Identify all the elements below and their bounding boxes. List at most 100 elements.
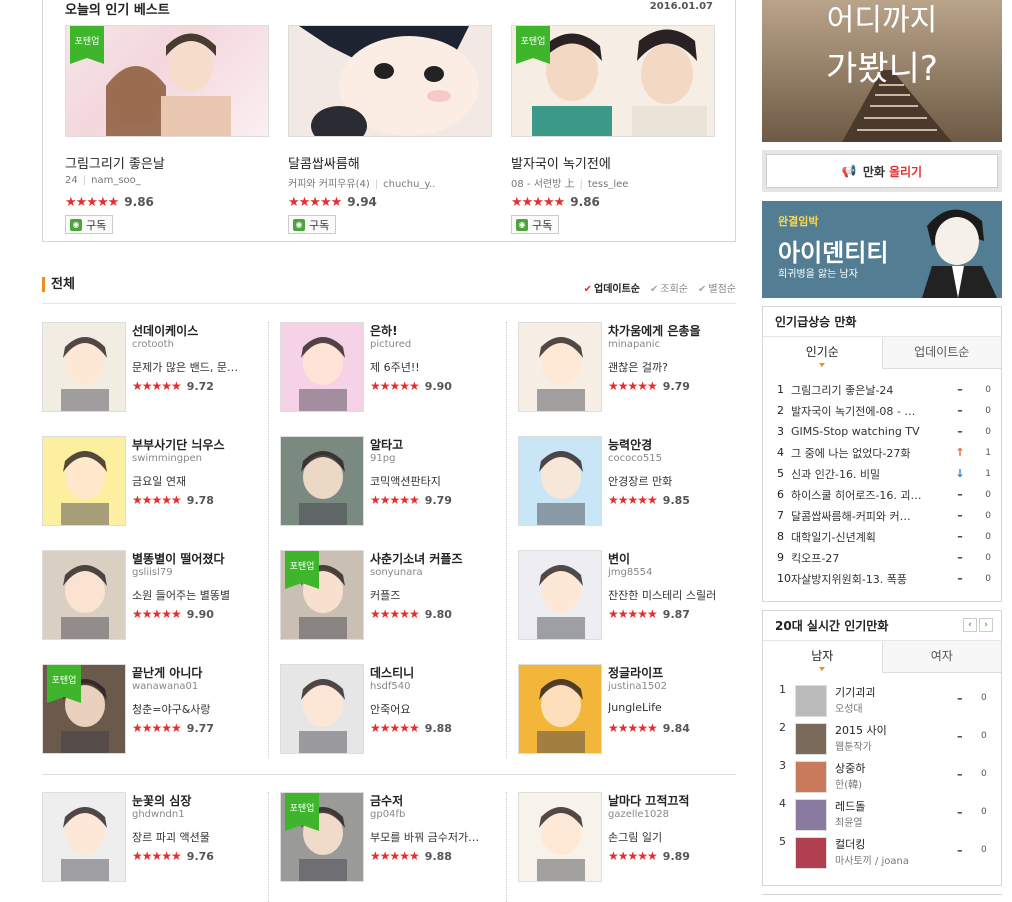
best-thumbnail[interactable]: 포텐업 — [511, 25, 715, 137]
comic-item[interactable]: 눈꽃의 심장 ghdwndn1 장르 파괴 액션물 ★★★★★ 9.76 — [42, 792, 262, 884]
rank-row[interactable]: 3 GIMS-Stop watching TV – 0 — [763, 421, 1001, 442]
comic-item[interactable]: 부부사기단 늬우스 swimmingpen 금요일 연재 ★★★★★ 9.78 — [42, 436, 262, 528]
subscribe-button[interactable]: ◉ 구독 — [511, 215, 560, 234]
comic-item[interactable]: 선데이케이스 crotooth 문제가 많은 밴드, 문… ★★★★★ 9.72 — [42, 322, 262, 414]
rank-title[interactable]: 달콤쌉싸름해-커피와 커… — [791, 508, 951, 524]
comic-title[interactable]: 별똥별이 떨어졌다 — [132, 550, 225, 567]
subscribe-button[interactable]: ◉ 구독 — [288, 215, 337, 234]
comic-thumbnail[interactable] — [42, 792, 126, 882]
sort-update[interactable]: ✔ 업데이트순 — [584, 280, 640, 295]
comic-title[interactable]: 부부사기단 늬우스 — [132, 436, 225, 453]
comic-item[interactable]: 정글라이프 justina1502 JungleLife ★★★★★ 9.84 — [518, 664, 738, 756]
comic-thumbnail[interactable] — [280, 322, 364, 412]
rank-title[interactable]: 킥오프-27 — [791, 550, 951, 566]
comic-thumbnail[interactable] — [518, 664, 602, 754]
rank-title[interactable]: 하이스쿨 히어로즈-16. 괴… — [791, 487, 951, 503]
comic-thumbnail[interactable] — [280, 664, 364, 754]
identity-banner[interactable]: 완결임박 아이덴티티 희귀병을 앓는 남자 — [762, 201, 1002, 298]
comic-title[interactable]: 알타고 — [370, 436, 403, 453]
comic-title[interactable]: 은하! — [370, 322, 398, 339]
comic-thumbnail[interactable] — [795, 723, 827, 755]
comic-thumbnail[interactable] — [518, 792, 602, 882]
best-thumbnail[interactable] — [288, 25, 492, 137]
best-card-title[interactable]: 그림그리기 좋은날 — [65, 153, 269, 172]
comic-thumbnail[interactable] — [42, 550, 126, 640]
rank-row[interactable]: 10 자살방지위원회-13. 폭풍 – 0 — [763, 568, 1001, 589]
realtime-row[interactable]: 4 레드돌 최윤열 – 0 — [763, 797, 1001, 835]
rank-title[interactable]: 발자국이 녹기전에-08 - … — [791, 403, 951, 419]
comic-thumbnail[interactable] — [795, 685, 827, 717]
comic-title[interactable]: 사춘기소녀 커플즈 — [370, 550, 463, 567]
comic-thumbnail[interactable] — [518, 436, 602, 526]
best-card-title[interactable]: 달콤쌉싸름해 — [288, 153, 492, 172]
subscribe-button[interactable]: ◉ 구독 — [65, 215, 114, 234]
comic-title[interactable]: 레드돌 — [835, 798, 865, 814]
rank-title[interactable]: 신과 인간-16. 비밀 — [791, 466, 951, 482]
comic-title[interactable]: 눈꽃의 심장 — [132, 792, 191, 809]
comic-thumbnail[interactable] — [795, 761, 827, 793]
comic-title[interactable]: 금수저 — [370, 792, 403, 809]
comic-thumbnail[interactable] — [795, 837, 827, 869]
comic-title[interactable]: 선데이케이스 — [132, 322, 198, 339]
comic-item[interactable]: 변이 jmg8554 잔잔한 미스테리 스릴러 ★★★★★ 9.87 — [518, 550, 738, 642]
rank-row[interactable]: 2 발자국이 녹기전에-08 - … – 0 — [763, 400, 1001, 421]
comic-item[interactable]: 차가움에게 은총을 minapanic 괜찮은 걸까? ★★★★★ 9.79 — [518, 322, 738, 414]
rank-row[interactable]: 6 하이스쿨 히어로즈-16. 괴… – 0 — [763, 484, 1001, 505]
comic-item[interactable]: 포텐업 금수저 gp04fb 부모를 바꿔 금수저가… ★★★★★ 9.88 — [280, 792, 500, 884]
rank-title[interactable]: 그림그리기 좋은날-24 — [791, 382, 951, 398]
realtime-row[interactable]: 3 상중하 한(韓) – 0 — [763, 759, 1001, 797]
comic-thumbnail[interactable] — [518, 322, 602, 412]
tab-update[interactable]: 업데이트순 — [881, 337, 1001, 369]
realtime-row[interactable]: 1 기기괴괴 오성대 – 0 — [763, 683, 1001, 721]
best-card-title[interactable]: 발자국이 녹기전에 — [511, 153, 715, 172]
rank-row[interactable]: 8 대학일기-신년계획 – 0 — [763, 526, 1001, 547]
rank-title[interactable]: 대학일기-신년계획 — [791, 529, 951, 545]
rank-row[interactable]: 4 그 중에 나는 없었다-27화 ↑ 1 — [763, 442, 1001, 463]
best-card[interactable]: 포텐업 발자국이 녹기전에 08 - 서련방 上 | tess_lee ★★★★★ 9… — [511, 25, 715, 234]
comic-item[interactable]: 날마다 끄적끄적 gazelle1028 손그림 일기 ★★★★★ 9.89 — [518, 792, 738, 884]
comic-title[interactable]: 능력안경 — [608, 436, 652, 453]
rank-row[interactable]: 1 그림그리기 좋은날-24– 0 — [763, 379, 1001, 400]
comic-title[interactable]: 2015 사이 — [835, 722, 887, 738]
comic-title[interactable]: 컬더킹 — [835, 836, 865, 852]
comic-title[interactable]: 변이 — [608, 550, 630, 567]
comic-title[interactable]: 데스티니 — [370, 664, 414, 681]
rank-row[interactable]: 7 달콤쌉싸름해-커피와 커… – 0 — [763, 505, 1001, 526]
comic-item[interactable]: 알타고 91pg 코믹액션판타지 ★★★★★ 9.79 — [280, 436, 500, 528]
comic-thumbnail[interactable] — [42, 322, 126, 412]
best-card[interactable]: 포텐업 그림그리기 좋은날 24 | nam_soo_ ★★★★★ 9.86 ◉ 구독 — [65, 25, 269, 234]
tab-male[interactable]: 남자 — [763, 641, 882, 673]
comic-title[interactable]: 날마다 끄적끄적 — [608, 792, 689, 809]
comic-title[interactable]: 상중하 — [835, 760, 865, 776]
comic-thumbnail[interactable] — [518, 550, 602, 640]
sort-rating[interactable]: ✔ 별점순 — [698, 280, 736, 295]
realtime-row[interactable]: 5 컬더킹 마사토끼 / joana – 0 — [763, 835, 1001, 873]
realtime-row[interactable]: 2 2015 사이 웹툰작가 – 0 — [763, 721, 1001, 759]
comic-thumbnail[interactable] — [795, 799, 827, 831]
comic-item[interactable]: 포텐업 사춘기소녀 커플즈 sonyunara 커플즈 ★★★★★ 9.80 — [280, 550, 500, 642]
comic-item[interactable]: 은하! pictured 제 6주년!! ★★★★★ 9.90 — [280, 322, 500, 414]
comic-item[interactable]: 데스티니 hsdf540 안죽어요 ★★★★★ 9.88 — [280, 664, 500, 756]
prev-arrow-icon[interactable]: ‹ — [963, 618, 977, 632]
rank-title[interactable]: 자살방지위원회-13. 폭풍 — [791, 571, 951, 587]
rank-title[interactable]: 그 중에 나는 없었다-27화 — [791, 445, 951, 461]
best-thumbnail[interactable]: 포텐업 — [65, 25, 269, 137]
comic-item[interactable]: 능력안경 cococo515 안경장르 만화 ★★★★★ 9.85 — [518, 436, 738, 528]
comic-thumbnail[interactable] — [42, 436, 126, 526]
comic-thumbnail[interactable] — [280, 436, 364, 526]
sort-views[interactable]: ✔ 조회순 — [650, 280, 688, 295]
comic-item[interactable]: 별똥별이 떨어졌다 gsliisl79 소원 들어주는 별똥별 ★★★★★ 9.90 — [42, 550, 262, 642]
rank-row[interactable]: 9 킥오프-27– 0 — [763, 547, 1001, 568]
best-card[interactable]: 달콤쌉싸름해 커피와 커피우유(4) | chuchu_y.. ★★★★★ 9.94 … — [288, 25, 492, 234]
comic-title[interactable]: 정글라이프 — [608, 664, 663, 681]
tab-female[interactable]: 여자 — [881, 641, 1001, 673]
comic-title[interactable]: 끝난게 아니다 — [132, 664, 202, 681]
ad-banner[interactable]: 어디까지 가봤니? — [762, 0, 1002, 142]
comic-thumbnail[interactable]: 포텐업 — [280, 792, 364, 882]
next-arrow-icon[interactable]: › — [979, 618, 993, 632]
comic-thumbnail[interactable]: 포텐업 — [42, 664, 126, 754]
tab-popular[interactable]: 인기순 — [763, 337, 882, 369]
comic-thumbnail[interactable]: 포텐업 — [280, 550, 364, 640]
rank-row[interactable]: 5 신과 인간-16. 비밀 ↓ 1 — [763, 463, 1001, 484]
upload-comic-button[interactable]: 📢 만화 올리기 — [766, 154, 998, 188]
